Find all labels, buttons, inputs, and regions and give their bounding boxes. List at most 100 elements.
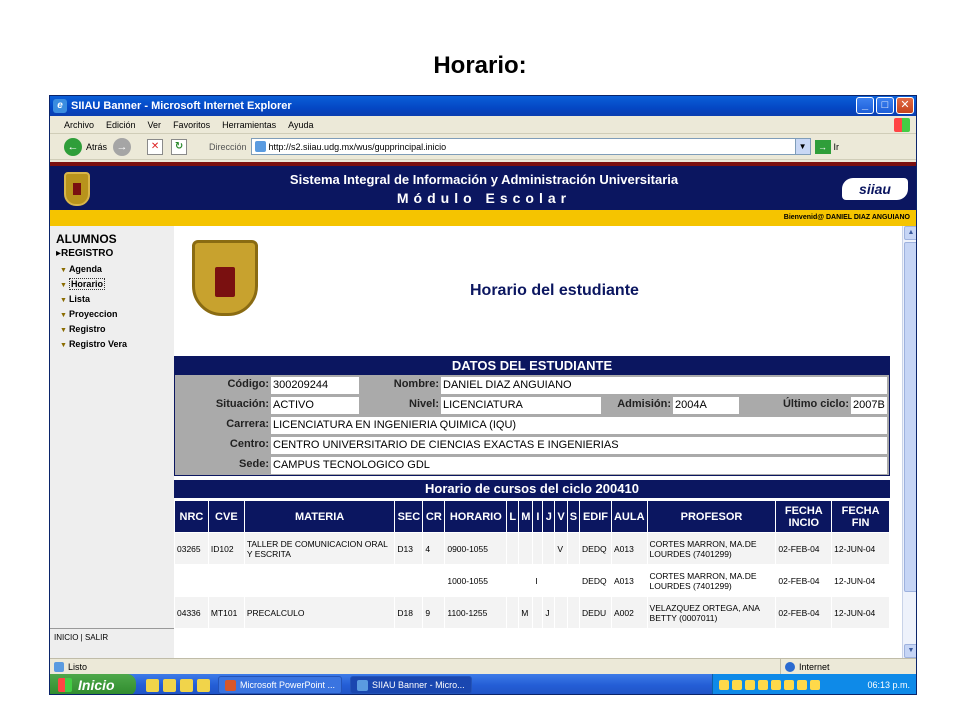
tray-icon[interactable] bbox=[810, 680, 820, 690]
tray-icon[interactable] bbox=[732, 680, 742, 690]
table-cell: D18 bbox=[394, 596, 424, 629]
window-title: SIIAU Banner - Microsoft Internet Explor… bbox=[71, 100, 292, 112]
quick-launch-icon[interactable] bbox=[197, 678, 210, 692]
page-icon bbox=[54, 661, 64, 672]
siiau-logo: siiau bbox=[842, 178, 908, 200]
ultimo-ciclo-label: Último ciclo: bbox=[782, 398, 849, 410]
carrera-label: Carrera: bbox=[226, 418, 269, 430]
sidebar-item-registro-vera[interactable]: ▼ Registro Vera bbox=[60, 337, 127, 352]
globe-icon bbox=[785, 662, 795, 672]
schedule-title: Horario de cursos del ciclo 200410 bbox=[174, 480, 890, 498]
column-header: CR bbox=[422, 500, 446, 533]
powerpoint-icon bbox=[225, 679, 236, 691]
student-data-panel: DATOS DEL ESTUDIANTE Código: 300209244 N… bbox=[174, 356, 890, 476]
menu-favoritos[interactable]: Favoritos bbox=[173, 120, 210, 130]
column-header: M bbox=[518, 500, 534, 533]
tray-icon[interactable] bbox=[745, 680, 755, 690]
table-cell bbox=[566, 532, 581, 565]
address-dropdown-icon[interactable]: ▼ bbox=[794, 139, 810, 154]
address-label: Dirección bbox=[209, 141, 247, 152]
column-header: L bbox=[506, 500, 520, 533]
task-powerpoint[interactable]: Microsoft PowerPoint ... bbox=[218, 676, 343, 694]
address-url[interactable]: http://s2.siiau.udg.mx/wus/gupprincipal.… bbox=[269, 142, 447, 152]
browser-window: e SIIAU Banner - Microsoft Internet Expl… bbox=[49, 95, 917, 695]
column-header: V bbox=[554, 500, 568, 533]
centro-label: Centro: bbox=[229, 438, 269, 450]
sidebar-item-registro[interactable]: ▼ Registro bbox=[60, 322, 127, 337]
menu-edicion[interactable]: Edición bbox=[106, 120, 136, 130]
minimize-button[interactable]: _ bbox=[856, 97, 874, 114]
scroll-up-icon[interactable]: ▲ bbox=[904, 226, 916, 240]
welcome-bar: Bienvenid@ DANIEL DIAZ ANGUIANO bbox=[50, 210, 916, 226]
table-cell bbox=[566, 596, 581, 629]
table-cell: 1100-1255 bbox=[444, 596, 508, 629]
admision-value: 2004A bbox=[673, 397, 739, 414]
table-cell: DEDQ bbox=[579, 532, 612, 565]
triangle-icon: ▼ bbox=[60, 267, 67, 274]
go-button-label[interactable]: Ir bbox=[834, 142, 840, 152]
start-label: Inicio bbox=[78, 677, 115, 693]
status-text: Listo bbox=[68, 661, 88, 672]
maximize-button[interactable]: □ bbox=[876, 97, 894, 114]
tray-icon[interactable] bbox=[719, 680, 729, 690]
sidebar-heading: ALUMNOS bbox=[56, 232, 117, 246]
quick-launch-icon[interactable] bbox=[163, 678, 176, 692]
sidebar-item-agenda[interactable]: ▼ Agenda bbox=[60, 262, 127, 277]
menu-ayuda[interactable]: Ayuda bbox=[288, 120, 313, 130]
triangle-icon: ▼ bbox=[60, 312, 67, 319]
menu-herramientas[interactable]: Herramientas bbox=[222, 120, 276, 130]
back-button-label[interactable]: Atrás bbox=[86, 142, 107, 152]
table-cell bbox=[506, 596, 520, 629]
tray-icon[interactable] bbox=[784, 680, 794, 690]
triangle-icon: ▼ bbox=[60, 282, 67, 289]
sidebar-footer-links[interactable]: INICIO | SALIR bbox=[50, 628, 174, 642]
forward-arrow-icon[interactable]: → bbox=[113, 137, 132, 156]
sidebar-section-registro[interactable]: ▸REGISTRO bbox=[56, 248, 113, 259]
sidebar-item-lista[interactable]: ▼ Lista bbox=[60, 292, 127, 307]
table-cell: A002 bbox=[610, 596, 648, 629]
go-arrow-icon[interactable]: → bbox=[814, 139, 831, 154]
table-cell bbox=[506, 532, 520, 565]
nivel-value: LICENCIATURA bbox=[441, 397, 601, 414]
schedule-table: NRC CVE MATERIA SEC CR HORARIO L M I J V S EDIF AULA P… bbox=[174, 500, 890, 629]
clock[interactable]: 06:13 p.m. bbox=[867, 680, 910, 690]
table-cell: TALLER DE COMUNICACION ORAL Y ESCRITA bbox=[243, 532, 396, 565]
table-cell: M bbox=[518, 596, 534, 629]
table-cell bbox=[542, 564, 556, 597]
menu-ver[interactable]: Ver bbox=[148, 120, 162, 130]
table-cell: ID102 bbox=[207, 532, 245, 565]
status-bar: Listo Internet bbox=[50, 658, 916, 675]
address-field[interactable]: http://s2.siiau.udg.mx/wus/gupprincipal.… bbox=[250, 138, 811, 155]
start-button[interactable]: Inicio bbox=[50, 674, 136, 694]
stop-icon[interactable]: ✕ bbox=[147, 138, 164, 155]
tray-icon[interactable] bbox=[758, 680, 768, 690]
table-cell: 02-FEB-04 bbox=[775, 532, 833, 565]
back-arrow-icon[interactable]: ← bbox=[64, 137, 82, 156]
codigo-label: Código: bbox=[227, 378, 269, 390]
quick-launch-icon[interactable] bbox=[146, 678, 159, 692]
sede-label: Sede: bbox=[239, 458, 269, 470]
quick-launch-icon[interactable] bbox=[180, 678, 193, 692]
refresh-icon[interactable]: ↻ bbox=[171, 138, 188, 155]
ultimo-ciclo-value: 2007B bbox=[851, 397, 887, 414]
column-header: AULA bbox=[610, 500, 648, 533]
title-bar[interactable]: e SIIAU Banner - Microsoft Internet Expl… bbox=[50, 96, 916, 116]
column-header: EDIF bbox=[579, 500, 612, 533]
scroll-thumb[interactable] bbox=[904, 242, 916, 592]
table-row: 04336 MT101 PRECALCULO D18 9 1100-1255 M J DEDU A… bbox=[174, 596, 890, 629]
close-button[interactable]: ✕ bbox=[896, 97, 914, 114]
scroll-down-icon[interactable]: ▼ bbox=[904, 644, 916, 658]
table-cell: A013 bbox=[610, 532, 648, 565]
tray-icon[interactable] bbox=[771, 680, 781, 690]
ie-icon bbox=[357, 679, 369, 691]
sidebar-item-horario[interactable]: ▼ Horario bbox=[60, 277, 127, 292]
menu-archivo[interactable]: Archivo bbox=[64, 120, 94, 130]
situacion-value: ACTIVO bbox=[271, 397, 359, 414]
table-cell bbox=[566, 564, 581, 597]
tray-icon[interactable] bbox=[797, 680, 807, 690]
carrera-value: LICENCIATURA EN INGENIERIA QUIMICA (IQU) bbox=[271, 417, 887, 434]
vertical-scrollbar[interactable]: ▲ ▼ bbox=[902, 226, 916, 658]
triangle-icon: ▼ bbox=[60, 297, 67, 304]
task-siiau-browser[interactable]: SIIAU Banner - Micro... bbox=[350, 676, 472, 694]
sidebar-item-proyeccion[interactable]: ▼ Proyeccion bbox=[60, 307, 127, 322]
